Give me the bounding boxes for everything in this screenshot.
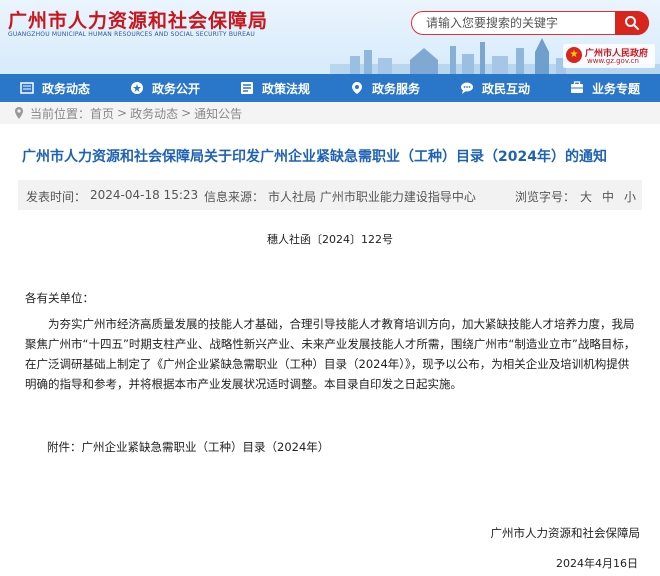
nav-label: 政策法规 bbox=[261, 81, 310, 96]
topics-icon bbox=[570, 81, 583, 93]
issue-date: 2024年4月16日 bbox=[556, 557, 638, 570]
breadcrumb-notices[interactable]: 通知公告 bbox=[194, 105, 242, 122]
font-size-large[interactable]: 大 bbox=[580, 188, 592, 205]
breadcrumb: 当前位置： 首页 > 政务动态 > 通知公告 bbox=[0, 102, 660, 124]
gov-badge-url: www.gz.gov.cn bbox=[587, 57, 639, 65]
policy-icon bbox=[240, 82, 253, 94]
chat-icon bbox=[460, 82, 473, 94]
location-icon bbox=[15, 107, 23, 119]
nav-item-news[interactable]: 政务动态 bbox=[0, 74, 110, 102]
nav-label: 政务公开 bbox=[151, 81, 200, 96]
national-emblem-icon bbox=[566, 47, 582, 63]
breadcrumb-news[interactable]: 政务动态 bbox=[130, 105, 178, 122]
search-input[interactable] bbox=[426, 15, 616, 31]
search-button[interactable] bbox=[615, 11, 649, 35]
signatory: 广州市人力资源和社会保障局 bbox=[490, 526, 641, 540]
salutation: 各有关单位： bbox=[25, 291, 94, 305]
font-size-label: 浏览字号： bbox=[515, 190, 576, 204]
gz-government-link[interactable]: 广州市人民政府 www.gz.gov.cn bbox=[563, 44, 655, 68]
nav-label: 政务服务 bbox=[371, 81, 420, 96]
nav-label: 政民互动 bbox=[481, 81, 530, 96]
site-header: 广州市人力资源和社会保障局 GUANGZHOU MUNICIPAL HUMAN … bbox=[0, 0, 660, 74]
nav-label: 政务动态 bbox=[41, 81, 90, 96]
site-title[interactable]: 广州市人力资源和社会保障局 bbox=[8, 6, 268, 33]
article-body: 为夯实广州市经济高质量发展的技能人才基础，合理引导技能人才教育培训方向，加大紧缺… bbox=[25, 317, 636, 391]
document-number: 穗人社函〔2024〕122号 bbox=[267, 233, 393, 246]
open-gov-icon bbox=[130, 82, 143, 94]
article-meta-bar: 发表时间： 2024-04-18 15:23 信息来源： 市人社局 广州市职业能… bbox=[18, 180, 642, 210]
news-icon bbox=[20, 82, 34, 94]
breadcrumb-home[interactable]: 首页 bbox=[90, 105, 114, 122]
main-nav: 政务动态 政务公开 政策法规 政务服务 政民互动 业务专题 bbox=[0, 74, 660, 102]
publish-time: 2024-04-18 15:23 bbox=[90, 188, 199, 202]
nav-item-topics[interactable]: 业务专题 bbox=[550, 74, 660, 102]
font-size-small[interactable]: 小 bbox=[624, 188, 636, 205]
nav-item-policy[interactable]: 政策法规 bbox=[220, 74, 330, 102]
nav-item-interaction[interactable]: 政民互动 bbox=[440, 74, 550, 102]
site-subtitle: GUANGZHOU MUNICIPAL HUMAN RESOURCES AND … bbox=[8, 31, 256, 38]
nav-item-service[interactable]: 政务服务 bbox=[330, 74, 440, 102]
service-icon bbox=[351, 82, 362, 94]
breadcrumb-prefix: 当前位置： bbox=[30, 106, 91, 121]
breadcrumb-separator: > bbox=[181, 106, 192, 120]
attachment-link[interactable]: 附件：广州企业紧缺急需职业（工种）目录（2024年） bbox=[47, 437, 637, 457]
source-label: 信息来源： bbox=[204, 190, 265, 204]
article-title: 广州市人力资源和社会保障局关于印发广州企业紧缺急需职业（工种）目录（2024年）… bbox=[22, 149, 607, 165]
breadcrumb-separator: > bbox=[117, 106, 128, 120]
nav-item-open-gov[interactable]: 政务公开 bbox=[110, 74, 220, 102]
search-icon bbox=[625, 16, 639, 30]
search-box bbox=[411, 11, 649, 35]
source-value: 市人社局 广州市职业能力建设指导中心 bbox=[268, 190, 476, 204]
nav-label: 业务专题 bbox=[591, 81, 640, 96]
publish-label: 发表时间： bbox=[26, 190, 87, 204]
font-size-medium[interactable]: 中 bbox=[602, 188, 614, 205]
